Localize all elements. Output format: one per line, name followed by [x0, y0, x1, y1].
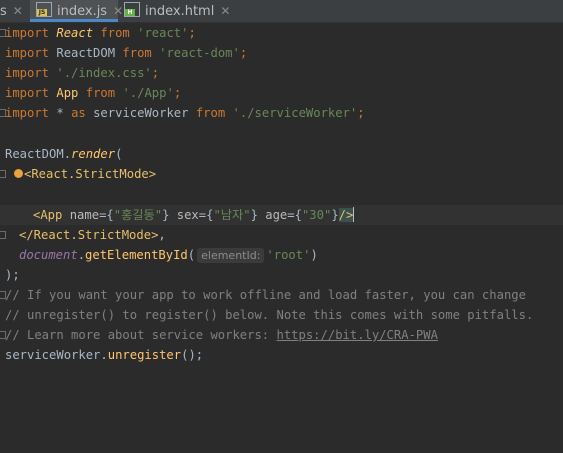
js-file-icon: JS — [36, 2, 52, 17]
code-line-14: // If you want your app to work offline … — [5, 288, 526, 302]
code-line-4: import App from './App'; — [5, 86, 182, 100]
text-cursor — [353, 207, 355, 222]
code-line-16: // Learn more about service workers: htt… — [5, 328, 438, 342]
tab-previous-file[interactable]: s ✕ — [0, 0, 26, 22]
close-icon[interactable]: ✕ — [113, 4, 123, 18]
html-file-icon: H — [124, 2, 140, 17]
fold-marker-icon[interactable] — [0, 231, 6, 239]
code-line-3: import './index.css'; — [5, 66, 160, 80]
tab-label: s — [0, 4, 7, 19]
parameter-hint: elementId: — [197, 248, 265, 263]
tab-label: index.html — [145, 4, 215, 19]
code-line-5: import * as serviceWorker from './servic… — [5, 106, 365, 120]
cra-pwa-link[interactable]: https://bit.ly/CRA-PWA — [277, 328, 438, 342]
tab-index-js[interactable]: JS index.js ✕ — [30, 0, 123, 22]
code-editor[interactable]: import React from 'react'; import ReactD… — [0, 23, 563, 453]
tab-label: index.js — [57, 4, 108, 19]
code-line-17: serviceWorker.unregister(); — [5, 348, 204, 362]
fold-marker-icon[interactable] — [0, 170, 6, 178]
close-icon[interactable]: ✕ — [220, 4, 230, 18]
code-line-10: </React.StrictMode>, — [19, 228, 166, 242]
code-line-11: document.getElementById(elementId:'root'… — [19, 248, 318, 263]
code-line-9: <App name={"홍길동"} sex={"남자"} age={"30"}/… — [33, 207, 355, 222]
lightbulb-icon[interactable] — [14, 169, 23, 178]
code-line-15: // unregister() to register() below. Not… — [5, 308, 534, 322]
tab-index-html[interactable]: Hindex.html ✕ — [124, 0, 230, 22]
code-line-12: ); — [5, 268, 20, 282]
code-line-7: ReactDOM.render( — [5, 147, 123, 161]
code-line-8: <React.StrictMode> — [14, 164, 156, 184]
editor-tab-bar: s ✕ JS index.js ✕ Hindex.html ✕ — [0, 0, 563, 23]
code-line-1: import React from 'react'; — [5, 26, 196, 40]
code-line-2: import ReactDOM from 'react-dom'; — [5, 46, 248, 60]
close-icon[interactable]: ✕ — [13, 4, 23, 18]
